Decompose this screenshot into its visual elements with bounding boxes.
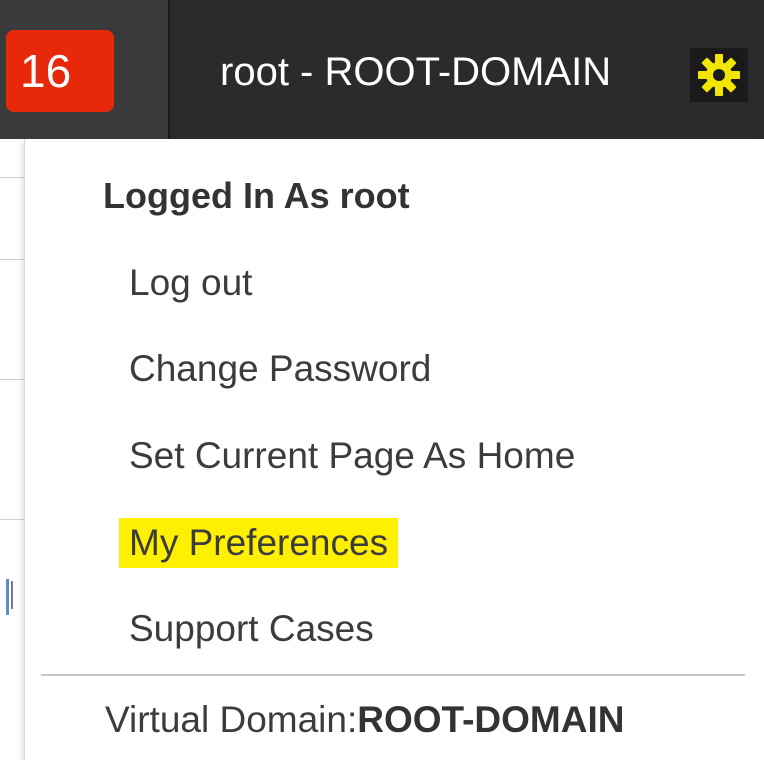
divider — [0, 379, 24, 380]
virtual-domain-label: Virtual Domain: — [105, 699, 358, 740]
logged-in-heading: Logged In As root — [103, 175, 410, 216]
divider — [0, 259, 24, 260]
virtual-domain-value: ROOT-DOMAIN — [357, 699, 625, 740]
background-page-edge — [0, 139, 24, 760]
menu-item-change-password[interactable]: Change Password — [129, 344, 431, 394]
menu-item-support-cases[interactable]: Support Cases — [129, 604, 374, 654]
menu-item-my-preferences[interactable]: My Preferences — [119, 518, 399, 568]
divider — [0, 177, 24, 178]
settings-button[interactable] — [690, 48, 748, 102]
divider — [0, 519, 24, 520]
menu-divider — [41, 674, 745, 676]
background-page-glyph — [11, 581, 16, 609]
virtual-domain-info: Virtual Domain:ROOT-DOMAIN — [105, 695, 624, 745]
menu-item-set-current-page-as-home[interactable]: Set Current Page As Home — [129, 431, 575, 481]
menu-item-log-out[interactable]: Log out — [129, 258, 252, 308]
notification-count-badge[interactable]: 16 — [6, 30, 114, 112]
background-page-accent — [6, 579, 9, 615]
gear-icon — [698, 54, 740, 96]
screen: 16 root - ROOT-DOMAIN Logged In As root … — [0, 0, 764, 760]
top-bar: 16 root - ROOT-DOMAIN — [0, 0, 764, 139]
user-menu-dropdown: Logged In As root Log out Change Passwor… — [24, 139, 764, 760]
top-bar-left-section: 16 — [0, 0, 170, 139]
user-domain-label[interactable]: root - ROOT-DOMAIN — [220, 42, 611, 102]
